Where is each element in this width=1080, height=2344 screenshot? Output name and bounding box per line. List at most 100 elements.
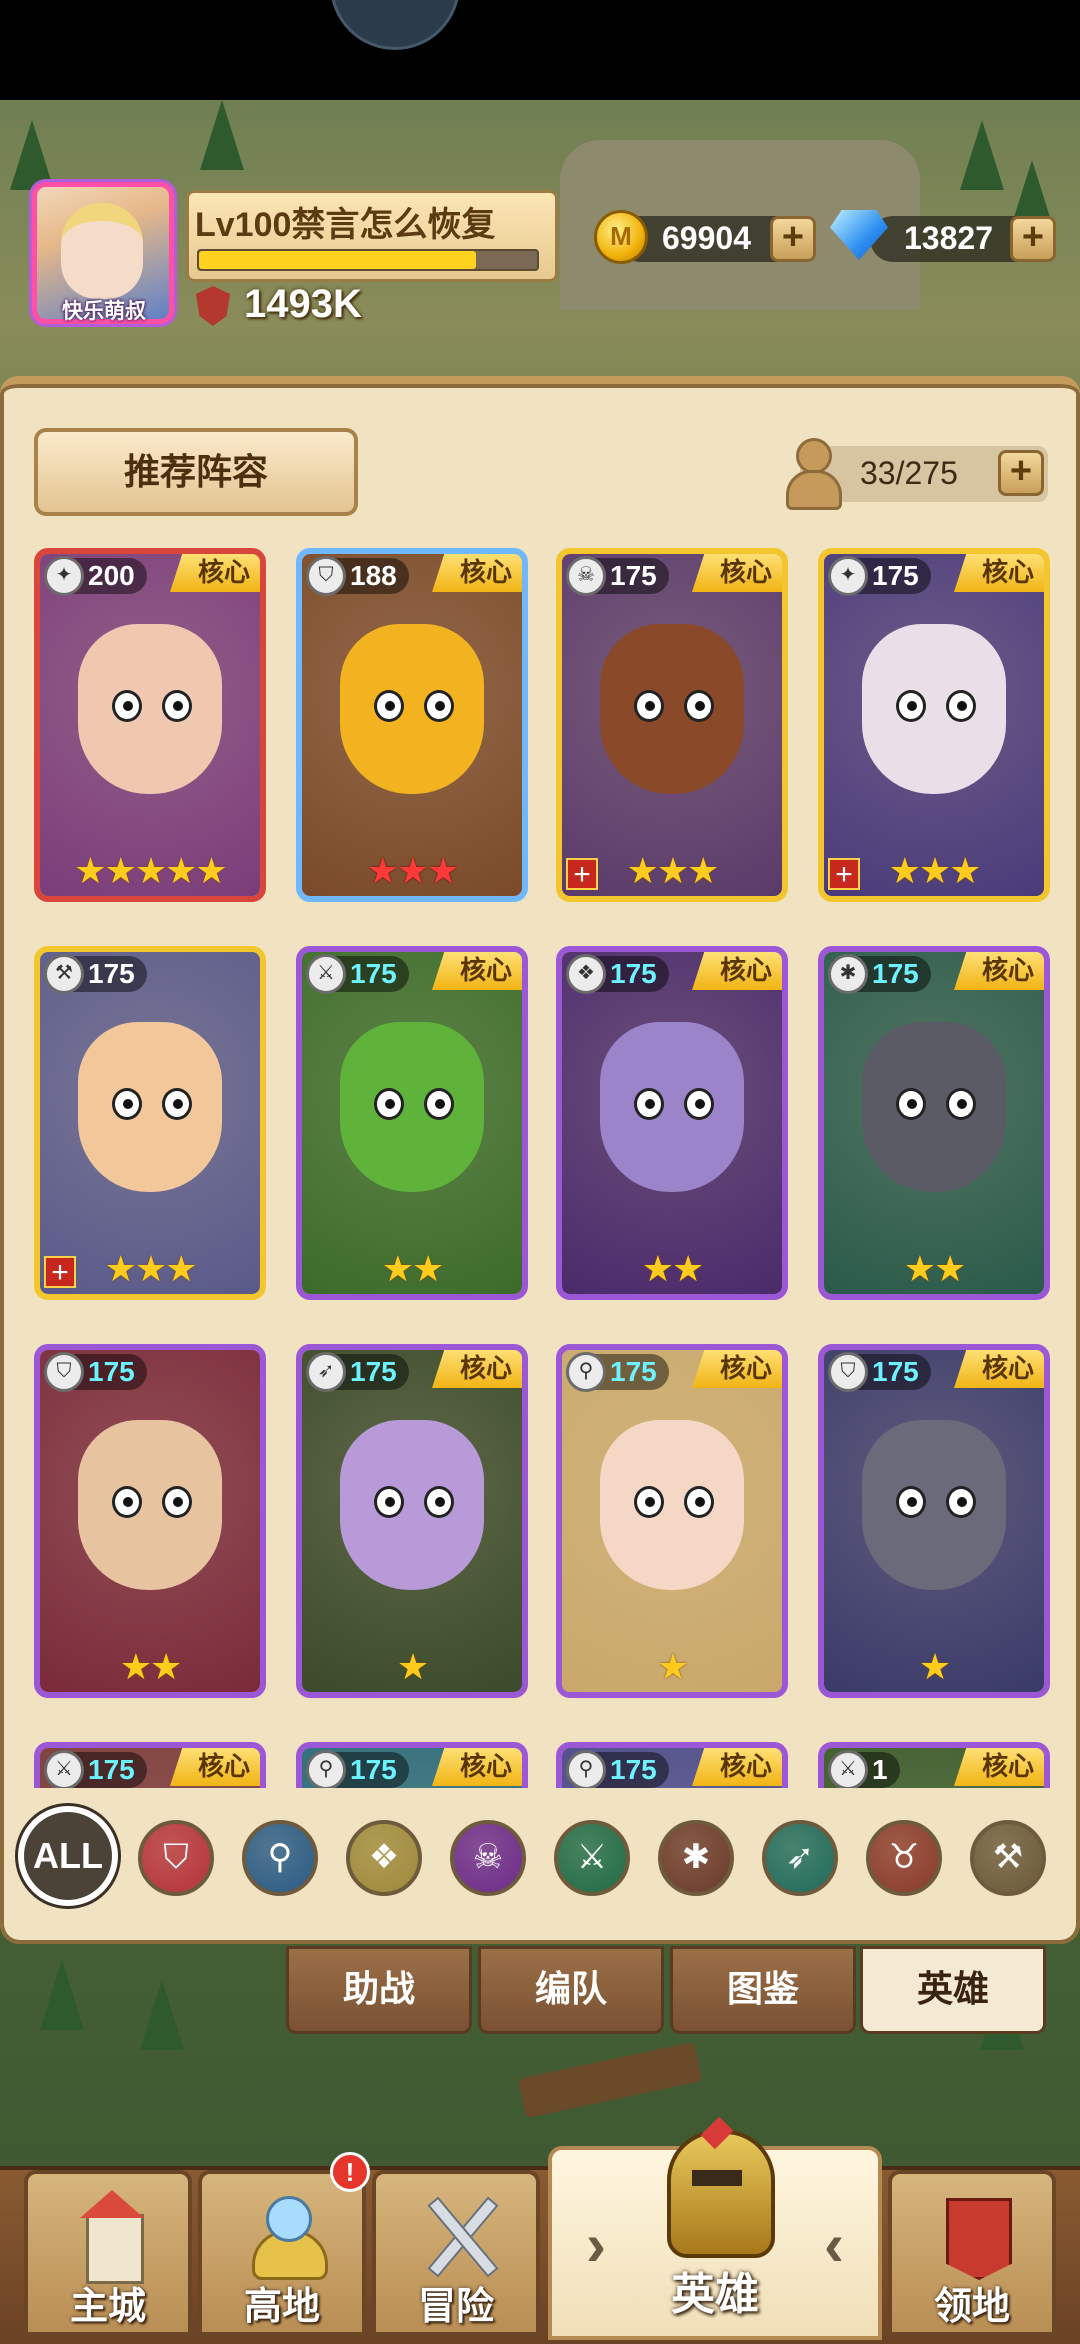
nav-label: 高地 — [243, 2286, 320, 2328]
gold-coin-icon: M — [594, 210, 648, 264]
hero-card[interactable]: 175 ⛉ 核心 ★ — [818, 1344, 1050, 1698]
tab-heroes[interactable]: 英雄 — [860, 1946, 1046, 2034]
hero-face — [78, 1420, 222, 1590]
hero-face — [340, 624, 484, 794]
hero-card[interactable]: 175 ➶ 核心 ★ — [296, 1344, 528, 1698]
castle-icon — [72, 2190, 152, 2284]
shield-icon: ⛉ — [306, 556, 346, 596]
expand-hero-slots-button[interactable]: + — [998, 450, 1044, 496]
filter-crossed-swords-icon[interactable]: ⚔ — [554, 1820, 630, 1896]
hero-card[interactable]: 175 ⚲ 核心 — [296, 1742, 528, 1788]
core-badge: 核心 — [170, 1748, 260, 1786]
nav-label: 英雄 — [671, 2270, 759, 2319]
hero-portrait — [562, 1350, 782, 1692]
hero-portrait — [40, 1350, 260, 1692]
nav-label: 领地 — [933, 2286, 1010, 2328]
filter-crest-icon[interactable]: ❖ — [346, 1820, 422, 1896]
player-avatar[interactable]: 快乐萌叔 — [32, 182, 174, 324]
filter-skull-icon[interactable]: ☠ — [450, 1820, 526, 1896]
add-gold-button[interactable]: + — [770, 216, 816, 262]
helmet-icon — [662, 2116, 775, 2260]
star-icon: ★ — [366, 850, 399, 891]
gem-value: 13827 — [904, 220, 993, 256]
hero-face — [340, 1420, 484, 1590]
tree — [40, 1960, 84, 2030]
shield-icon: ⛉ — [44, 1352, 84, 1392]
core-badge: 核心 — [954, 554, 1044, 592]
hero-stars: ★★★ — [302, 850, 522, 892]
star-icon: ★ — [74, 850, 106, 891]
hero-face — [600, 1420, 744, 1590]
tab-support[interactable]: 助战 — [286, 1946, 472, 2034]
hero-stars: ★★ — [302, 1248, 522, 1290]
nav-territory[interactable]: 领地 — [888, 2170, 1056, 2336]
star-icon: ★ — [949, 850, 981, 891]
hero-card[interactable]: 175 ✦ 核心 ★★★ + — [818, 548, 1050, 902]
filter-all-button[interactable]: ALL — [18, 1806, 118, 1906]
hero-portrait — [824, 554, 1044, 896]
star-icon: ★ — [396, 1646, 429, 1687]
skull-icon: ☠ — [566, 556, 606, 596]
hero-card[interactable]: 175 ✱ 核心 ★★ — [818, 946, 1050, 1300]
hero-portrait — [302, 1350, 522, 1692]
paw-icon: ✱ — [828, 954, 868, 994]
star-icon: ★ — [687, 850, 719, 891]
nav-highland[interactable]: 高地 — [198, 2170, 366, 2336]
hero-card[interactable]: 175 ⚲ 核心 ★ — [556, 1344, 788, 1698]
status-bar — [0, 0, 1080, 100]
hero-portrait — [302, 554, 522, 896]
nav-heroes[interactable]: › ‹ 英雄 — [548, 2116, 882, 2340]
player-info-panel: Lv100禁言怎么恢复 — [186, 190, 558, 282]
core-badge: 核心 — [432, 554, 522, 592]
hero-card[interactable]: 175 ⚔ 核心 ★★ — [296, 946, 528, 1300]
tab-codex[interactable]: 图鉴 — [670, 1946, 856, 2034]
star-icon: ★ — [165, 850, 197, 891]
star-icon: ★ — [626, 850, 659, 891]
hero-card[interactable]: 175 ☠ 核心 ★★★ + — [556, 548, 788, 902]
adventure-alert-badge: ! — [330, 2152, 370, 2192]
hero-portrait — [40, 554, 260, 896]
filter-shield-icon[interactable]: ⛉ — [138, 1820, 214, 1896]
hero-card[interactable]: 188 ⛉ 核心 ★★★ — [296, 548, 528, 902]
nav-label: 冒险 — [417, 2286, 494, 2328]
hero-face — [862, 1420, 1006, 1590]
hero-portrait — [562, 952, 782, 1294]
add-gems-button[interactable]: + — [1010, 216, 1056, 262]
hero-card[interactable]: 1 ⚔ 核心 — [818, 1742, 1050, 1788]
power-value: 1493K — [244, 282, 362, 326]
filter-staff-icon[interactable]: ⚲ — [242, 1820, 318, 1896]
core-badge: 核心 — [954, 1748, 1044, 1786]
avatar-name: 快乐萌叔 — [62, 300, 146, 323]
hero-card[interactable]: 175 ⚔ 核心 — [34, 1742, 266, 1788]
tab-formation[interactable]: 编队 — [478, 1946, 664, 2034]
staff-icon: ⚲ — [306, 1750, 346, 1788]
nav-adventure[interactable]: 冒险 — [372, 2170, 540, 2336]
upgrade-plus-icon: + — [566, 858, 598, 890]
filter-horned-skull-icon[interactable]: ♉ — [866, 1820, 942, 1896]
core-badge: 核心 — [954, 1350, 1044, 1388]
hero-card[interactable]: 175 ⛉ ★★ — [34, 1344, 266, 1698]
bow-icon: ➶ — [306, 1352, 346, 1392]
tree — [960, 120, 1004, 190]
hero-face — [600, 624, 744, 794]
axe-icon: ✦ — [828, 556, 868, 596]
hero-card[interactable]: 175 ❖ 核心 ★★ — [556, 946, 788, 1300]
crossed-swords-icon: ⚔ — [44, 1750, 84, 1788]
filter-bow-icon[interactable]: ➶ — [762, 1820, 838, 1896]
core-badge: 核心 — [432, 952, 522, 990]
recommended-lineup-button[interactable]: 推荐阵容 — [34, 428, 358, 516]
star-icon: ★ — [427, 850, 459, 891]
filter-paw-icon[interactable]: ✱ — [658, 1820, 734, 1896]
hero-portrait — [824, 1350, 1044, 1692]
hero-face — [78, 624, 222, 794]
core-badge: 核心 — [692, 1748, 782, 1786]
star-icon: ★ — [165, 1248, 197, 1289]
nav-main-city[interactable]: 主城 — [24, 2170, 192, 2336]
hero-card[interactable]: 200 ✦ 核心 ★★★★★ — [34, 548, 266, 902]
star-icon: ★ — [104, 1248, 137, 1289]
player-title: Lv100禁言怎么恢复 — [195, 206, 496, 244]
hero-card[interactable]: 175 ⚲ 核心 — [556, 1742, 788, 1788]
bridge — [517, 2041, 703, 2119]
hero-card[interactable]: 175 ⚒ ★★★ + — [34, 946, 266, 1300]
filter-hammer-icon[interactable]: ⚒ — [970, 1820, 1046, 1896]
